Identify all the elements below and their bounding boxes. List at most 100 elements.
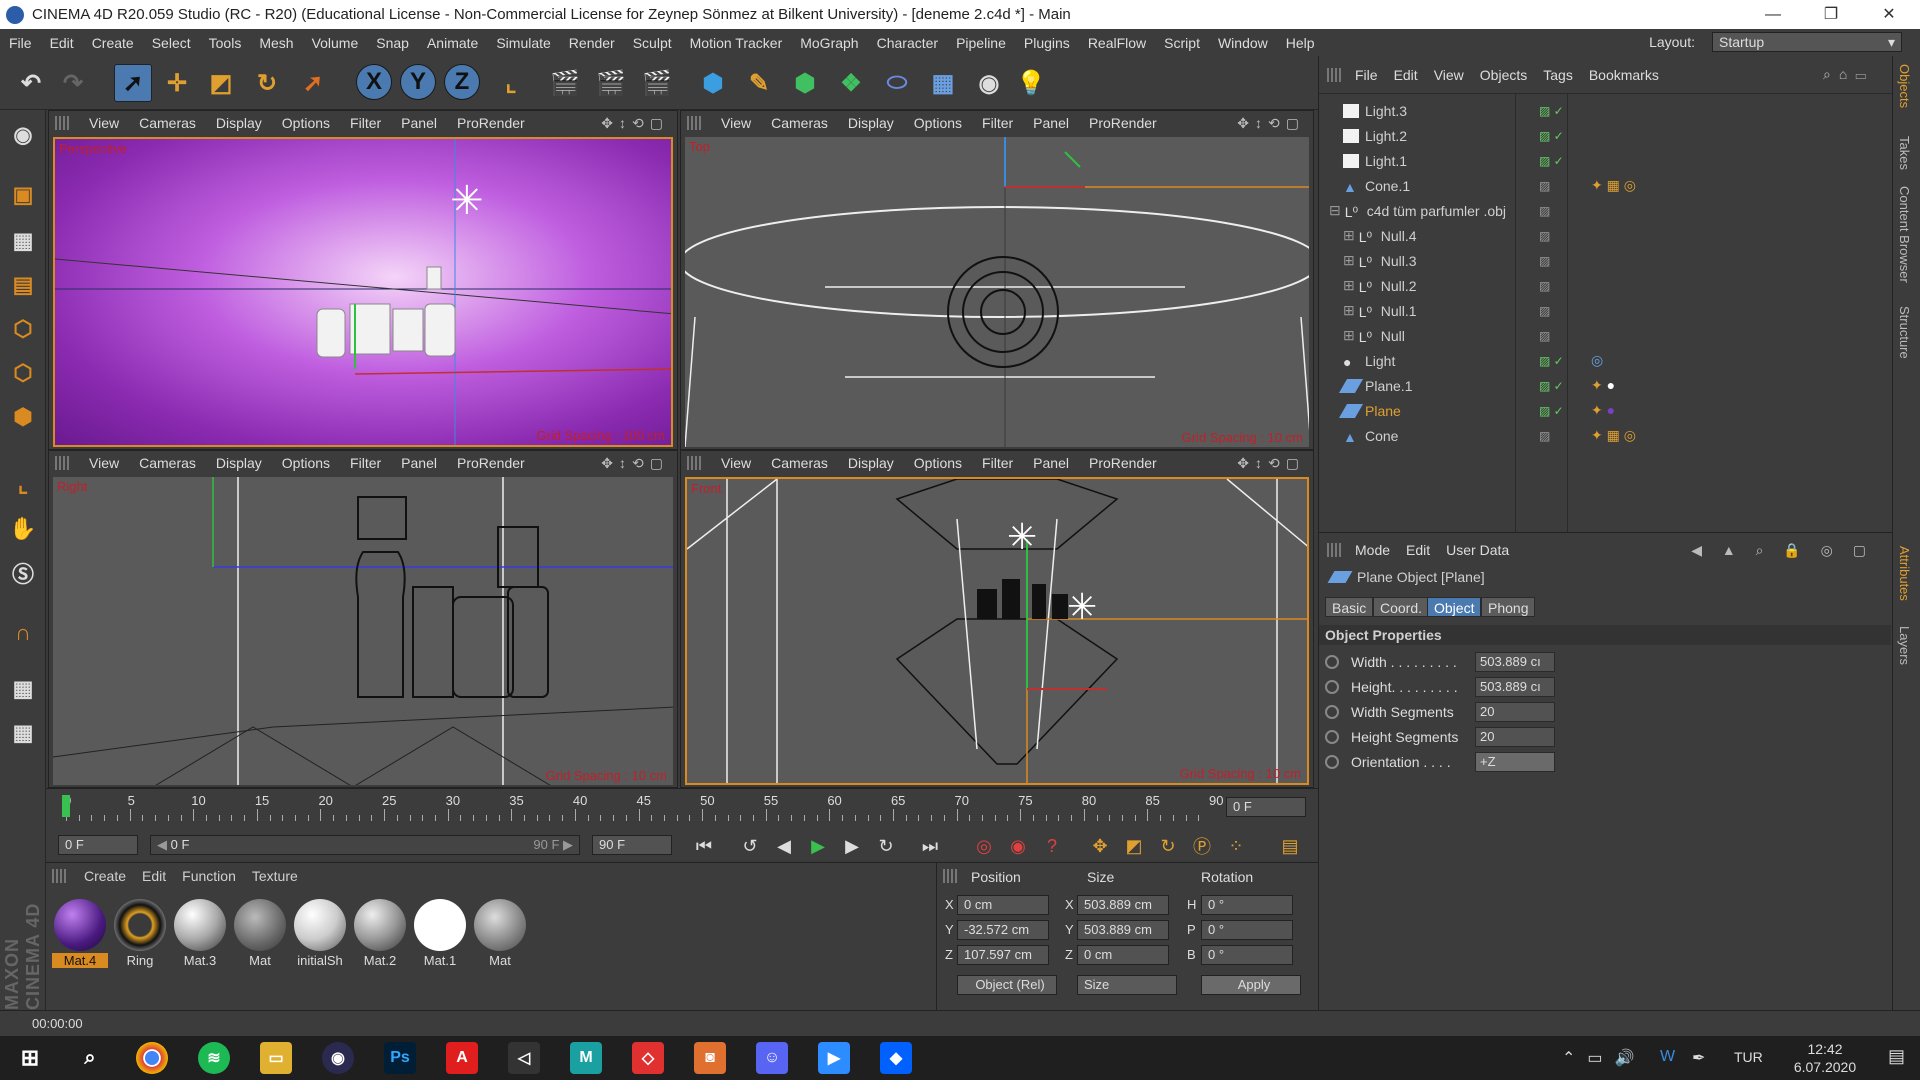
viewport-nav-icons[interactable]: ✥↕⟲▢ (601, 455, 669, 472)
collapse-icon[interactable]: ⊟ (1329, 202, 1341, 219)
animate-radio-icon[interactable] (1325, 705, 1339, 719)
vp-menu-filter[interactable]: Filter (972, 115, 1023, 131)
material-tag-icon[interactable]: ✦ ● (1591, 377, 1615, 394)
vp-menu-options[interactable]: Options (904, 115, 972, 131)
om-menu-view[interactable]: View (1426, 67, 1472, 83)
workplane-icon[interactable]: ▤ (4, 266, 42, 304)
visibility-check-icon[interactable]: ▨ ✓ (1539, 379, 1564, 393)
record-icon[interactable]: ◎ (970, 832, 998, 860)
animate-radio-icon[interactable] (1325, 655, 1339, 669)
tab-coord[interactable]: Coord. (1373, 597, 1430, 617)
om-menu-file[interactable]: File (1347, 67, 1386, 83)
am-menu-user-data[interactable]: User Data (1438, 542, 1517, 558)
expand-icon[interactable]: ⊞ (1343, 252, 1355, 269)
material-swatch[interactable]: Mat.4 (52, 897, 108, 969)
vp-menu-display[interactable]: Display (838, 115, 904, 131)
object-row-null3[interactable]: ⊞ L⁰ Null.3 ▨ (1343, 248, 1903, 273)
object-row-light3[interactable]: Light.3 ▨ ✓ (1343, 98, 1903, 123)
move-icon[interactable]: ✛ (158, 64, 196, 102)
menu-script[interactable]: Script (1155, 35, 1209, 51)
cube-icon[interactable]: ⬢ (694, 64, 732, 102)
object-row-light2[interactable]: Light.2 ▨ ✓ (1343, 123, 1903, 148)
dropbox-icon[interactable]: ◆ (880, 1042, 912, 1074)
vp-menu-display[interactable]: Display (206, 115, 272, 131)
mm-menu-create[interactable]: Create (76, 868, 134, 884)
cinema4d-taskbar-icon[interactable]: ◉ (322, 1042, 354, 1074)
axis-mode-icon[interactable]: ⌞ (4, 466, 42, 504)
side-tab-structure[interactable]: Structure (1897, 306, 1912, 359)
expand-icon[interactable]: ⊞ (1343, 302, 1355, 319)
live-selection-icon[interactable]: ➚ (114, 64, 152, 102)
vp-menu-prorender[interactable]: ProRender (1079, 455, 1167, 471)
autokey-icon[interactable]: ◉ (1004, 832, 1032, 860)
material-swatch[interactable]: Mat.1 (412, 897, 468, 969)
workplane-lock-icon[interactable]: ▦ (4, 670, 42, 708)
viewport-nav-icons[interactable]: ✥↕⟲▢ (1237, 455, 1305, 472)
next-frame-icon[interactable]: ▶ (838, 832, 866, 860)
visibility-icon[interactable]: ▨ (1539, 304, 1550, 318)
vp-menu-display[interactable]: Display (206, 455, 272, 471)
keyframe-selection-icon[interactable]: ? (1038, 832, 1066, 860)
front-view[interactable]: ✳ ✳ Front Grid Spacing : 10 cm (685, 477, 1309, 785)
next-key-icon[interactable]: ↻ (872, 832, 900, 860)
menu-render[interactable]: Render (560, 35, 624, 51)
expand-icon[interactable]: ⊞ (1343, 327, 1355, 344)
menu-create[interactable]: Create (83, 35, 143, 51)
vp-menu-view[interactable]: View (79, 455, 129, 471)
y-axis-icon[interactable]: Y (400, 64, 436, 100)
tray-app-icon[interactable]: W (1660, 1048, 1675, 1066)
position-x-field[interactable]: 0 cm (957, 895, 1049, 915)
rotate-icon[interactable]: ↻ (248, 64, 286, 102)
language-indicator[interactable]: TUR (1734, 1049, 1763, 1065)
om-menu-edit[interactable]: Edit (1386, 67, 1426, 83)
object-row-null4[interactable]: ⊞ L⁰ Null.4 ▨ (1343, 223, 1903, 248)
notifications-icon[interactable]: ▤ (1888, 1046, 1905, 1067)
redo-icon[interactable]: ↷ (54, 64, 92, 102)
scale-icon[interactable]: ◩ (202, 64, 240, 102)
visibility-icon[interactable]: ▨ (1539, 279, 1550, 293)
rotation-b-field[interactable]: 0 ° (1201, 945, 1293, 965)
maya-icon[interactable]: M (570, 1042, 602, 1074)
tab-phong[interactable]: Phong (1481, 597, 1536, 617)
visibility-check-icon[interactable]: ▨ ✓ (1539, 154, 1564, 168)
go-to-end-icon[interactable]: ⏭ (916, 832, 944, 860)
coordinate-system-icon[interactable]: ⌞ (492, 64, 530, 102)
vp-menu-options[interactable]: Options (272, 115, 340, 131)
vp-menu-cameras[interactable]: Cameras (129, 115, 206, 131)
animate-radio-icon[interactable] (1325, 680, 1339, 694)
pen-icon[interactable]: ✎ (740, 64, 778, 102)
tweak-mode-icon[interactable]: ✋ (4, 510, 42, 548)
position-z-field[interactable]: 107.597 cm (957, 945, 1049, 965)
restore-button[interactable]: ❐ (1802, 0, 1860, 29)
vp-menu-options[interactable]: Options (904, 455, 972, 471)
height-segments-field[interactable]: 20 (1475, 727, 1555, 747)
om-menu-objects[interactable]: Objects (1472, 67, 1535, 83)
vp-menu-cameras[interactable]: Cameras (761, 455, 838, 471)
chrome-icon[interactable] (136, 1042, 168, 1074)
material-swatch[interactable]: Mat.3 (172, 897, 228, 969)
om-menu-tags[interactable]: Tags (1535, 67, 1581, 83)
expand-icon[interactable]: ⊞ (1343, 227, 1355, 244)
deformer-icon[interactable]: ⬭ (878, 64, 916, 102)
points-mode-icon[interactable]: ⬡ (4, 310, 42, 348)
right-view[interactable]: Right Grid Spacing : 10 cm (53, 477, 673, 785)
vp-menu-view[interactable]: View (79, 115, 129, 131)
go-to-start-icon[interactable]: ⏮ (690, 832, 718, 860)
mm-menu-edit[interactable]: Edit (134, 868, 174, 884)
object-row-c4d-parfumler[interactable]: ⊟ L⁰ c4d tüm parfumler .obj ▨ (1329, 198, 1889, 223)
menu-pipeline[interactable]: Pipeline (947, 35, 1015, 51)
side-tab-attributes[interactable]: Attributes (1897, 546, 1912, 601)
menu-simulate[interactable]: Simulate (487, 35, 559, 51)
menu-window[interactable]: Window (1209, 35, 1277, 51)
menu-snap[interactable]: Snap (367, 35, 418, 51)
om-search-icon[interactable]: ⌕⌂▭ (1815, 66, 1882, 83)
make-editable-icon[interactable]: ◉ (4, 116, 42, 154)
rotation-h-field[interactable]: 0 ° (1201, 895, 1293, 915)
om-menu-bookmarks[interactable]: Bookmarks (1581, 67, 1667, 83)
texture-mode-icon[interactable]: ▦ (4, 222, 42, 260)
material-tag-icon[interactable]: ✦ ▦ ◎ (1591, 427, 1636, 444)
height-field[interactable]: 503.889 cı (1475, 677, 1555, 697)
minimize-button[interactable]: — (1744, 0, 1802, 29)
material-swatch[interactable]: Ring (112, 897, 168, 969)
top-view[interactable]: Top Grid Spacing : 10 cm (685, 137, 1309, 447)
